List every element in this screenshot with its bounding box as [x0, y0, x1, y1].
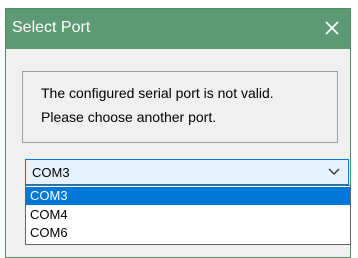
title-bar[interactable]: Select Port: [6, 9, 350, 49]
page: Select Port The configured serial port i…: [0, 0, 358, 258]
close-button[interactable]: [322, 18, 342, 38]
message-panel: The configured serial port is not valid.…: [22, 71, 338, 143]
port-option-com4[interactable]: COM4: [26, 206, 350, 224]
port-dropdown-list[interactable]: COM3 COM4 COM6: [25, 185, 351, 245]
message-line-2: Please choose another port.: [41, 109, 217, 125]
port-select-value: COM3: [32, 165, 70, 180]
message-line-1: The configured serial port is not valid.: [41, 85, 274, 101]
chevron-down-icon[interactable]: [328, 168, 340, 176]
select-port-dialog: Select Port The configured serial port i…: [5, 8, 351, 258]
dialog-content: The configured serial port is not valid.…: [6, 49, 351, 257]
port-option-com6[interactable]: COM6: [26, 224, 350, 242]
port-option-com3[interactable]: COM3: [26, 187, 350, 205]
dialog-title: Select Port: [12, 19, 91, 36]
close-icon: [325, 21, 339, 35]
port-select[interactable]: COM3: [25, 159, 349, 185]
